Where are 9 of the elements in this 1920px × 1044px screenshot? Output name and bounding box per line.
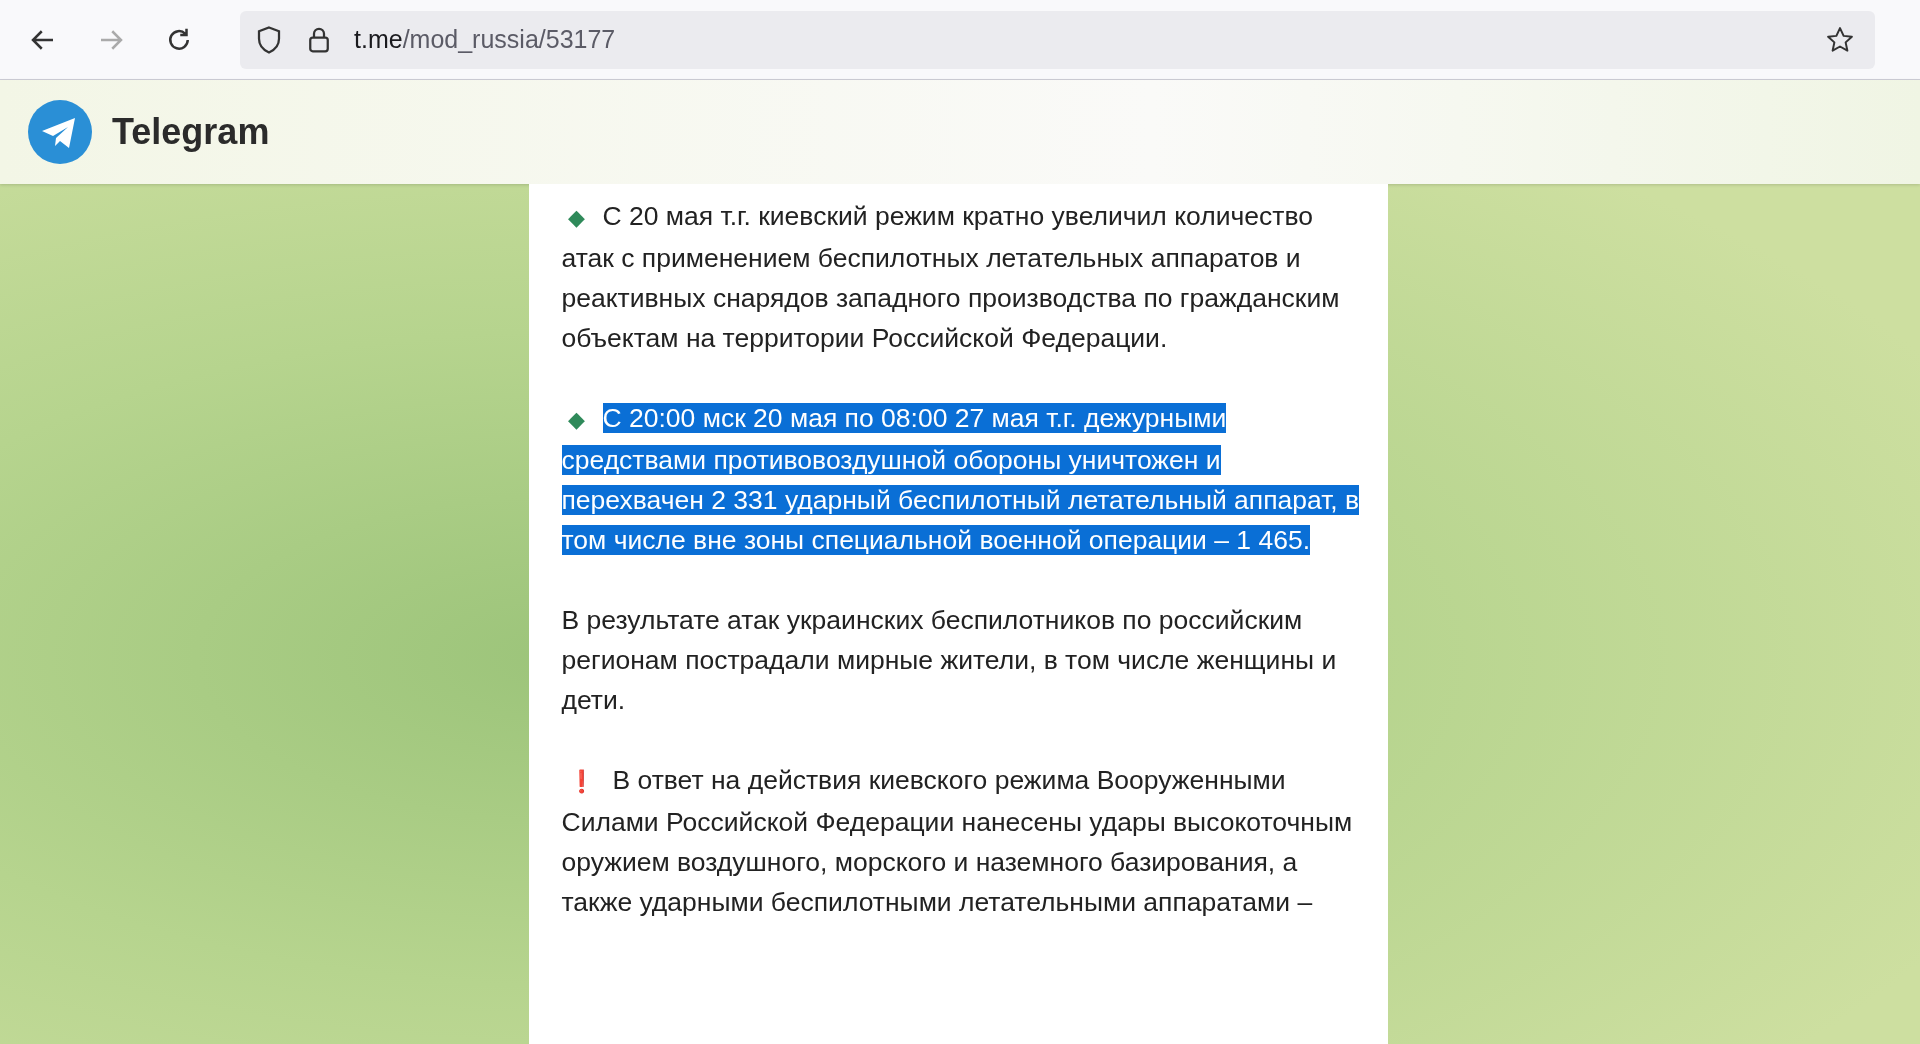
header-title: Telegram — [112, 111, 270, 153]
message-paragraph: ◆ С 20 мая т.г. киевский режим кратно увеличил количество атак с применением беспилотных летательных аппаратов и реактивных снарядов западного производства по гражданским объектам на территории Российской Федерации. — [561, 200, 1341, 355]
paper-plane-logo-icon — [28, 100, 92, 164]
url-text: t.me/mod_russia/53177 — [354, 25, 616, 54]
address-bar[interactable]: t.me/mod_russia/53177 — [240, 10, 1875, 69]
star-icon[interactable] — [1825, 24, 1855, 55]
message-paragraph: ❗ В ответ на действия киевского режима Вооруженными Силами Российской Федерации нанесены удары высокоточным оружием воздушного, морского и наземного базирования, а также ударными беспилотными летательными аппаратами – — [561, 764, 1354, 919]
message-paragraph: ◆ С 20:00 мск 20 мая по 08:00 27 мая т.г. дежурными средствами противовоздушной обороны уничтожен и перехвачен 2 331 ударный беспилотный летательный аппарат, в том числе вне зоны специальной военной операции – 1 465. — [561, 402, 1361, 557]
message-paragraph: В результате атак украинских беспилотников по российским регионам пострадали мирные жители, в том числе женщины и дети. — [561, 604, 1338, 717]
